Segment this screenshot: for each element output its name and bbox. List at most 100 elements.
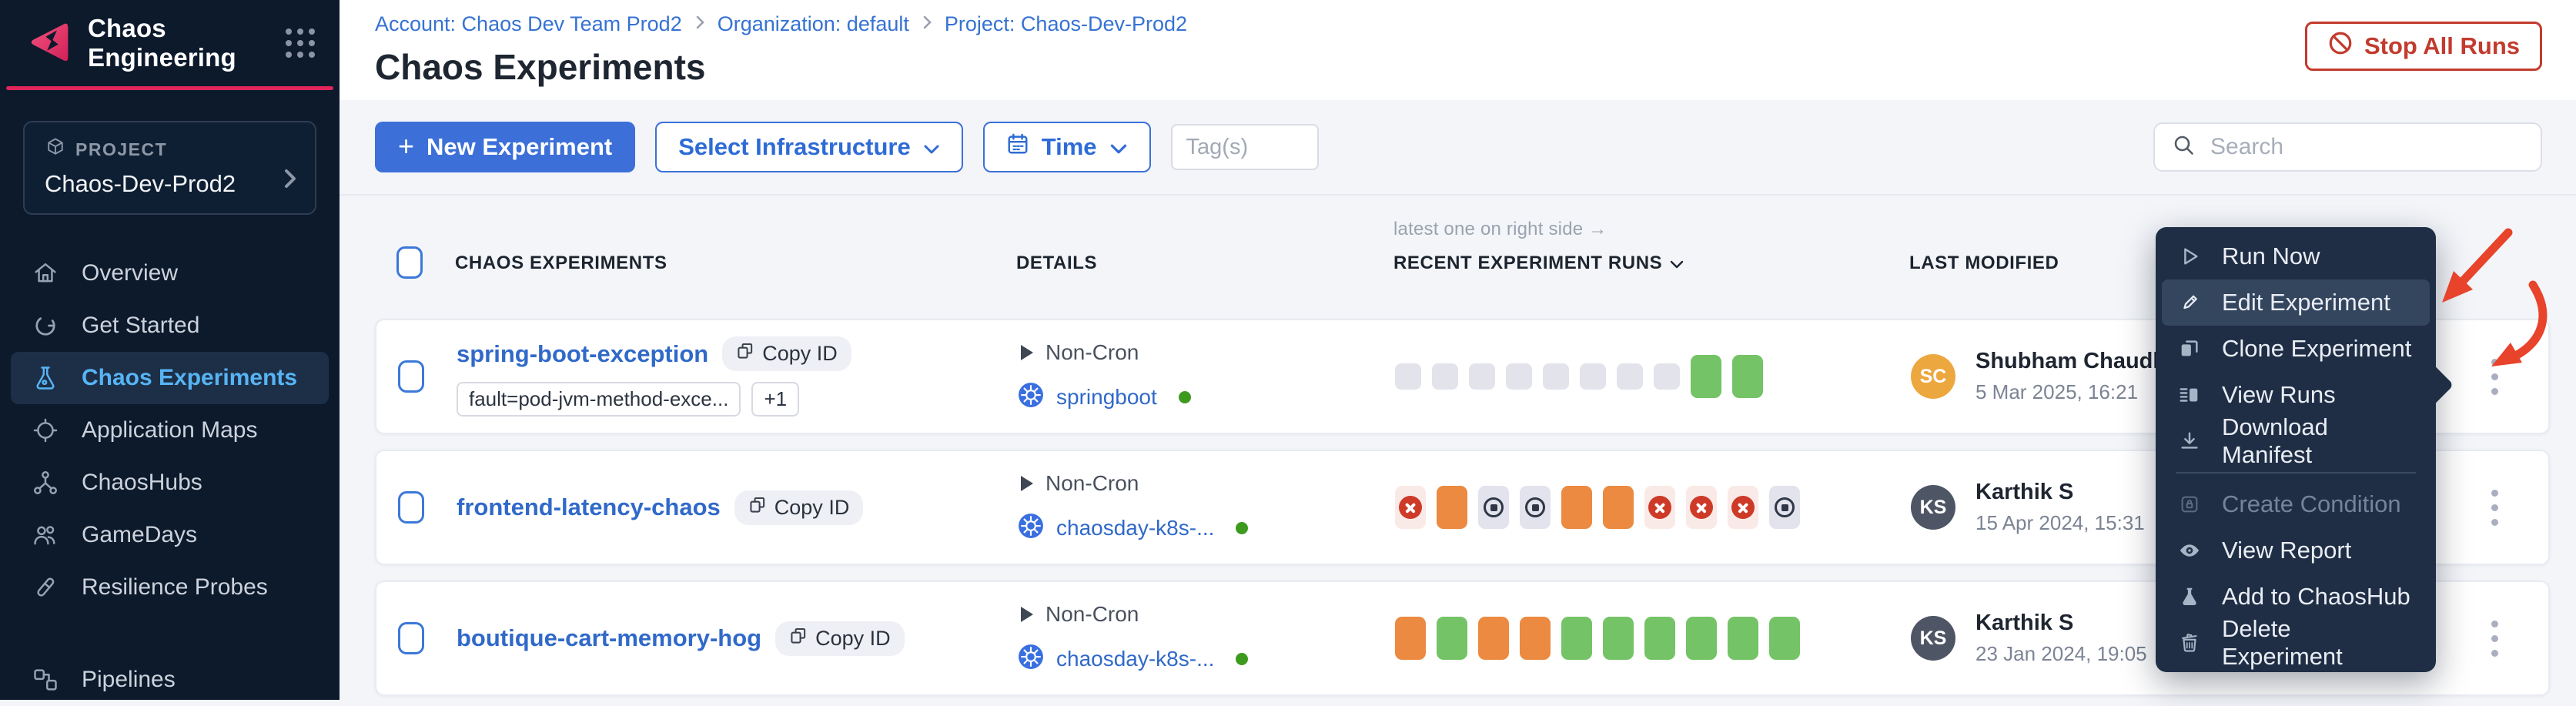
new-experiment-button[interactable]: + New Experiment	[375, 122, 635, 172]
app-title: Chaos Engineering	[88, 14, 270, 72]
select-all-checkbox[interactable]	[396, 246, 423, 279]
flask-icon	[29, 364, 62, 392]
sidebar-item-overview[interactable]: Overview	[11, 247, 329, 299]
toolbar: + New Experiment Select Infrastructure T…	[340, 100, 2576, 196]
run-status-stopped[interactable]	[1478, 486, 1509, 529]
breadcrumb-project-link[interactable]: Project: Chaos-Dev-Prod2	[945, 12, 1187, 36]
run-status-running[interactable]	[1395, 617, 1426, 660]
experiment-name-link[interactable]: frontend-latency-chaos	[457, 494, 721, 521]
more-tags-chip[interactable]: +1	[751, 382, 799, 417]
menu-item-view-runs[interactable]: View Runs	[2156, 372, 2436, 418]
infrastructure-link[interactable]: chaosday-k8s-...	[1056, 516, 1214, 540]
run-status-stopped[interactable]	[1769, 486, 1800, 529]
menu-item-view-report[interactable]: View Report	[2156, 527, 2436, 574]
stop-all-runs-button[interactable]: Stop All Runs	[2305, 22, 2542, 71]
sidebar-header: Chaos Engineering	[0, 0, 340, 86]
sidebar-item-label: Overview	[82, 260, 178, 286]
row-checkbox[interactable]	[398, 622, 424, 654]
run-status-passed[interactable]	[1691, 355, 1721, 398]
sidebar-item-application-maps[interactable]: Application Maps	[11, 404, 329, 457]
menu-item-delete-experiment[interactable]: Delete Experiment	[2156, 620, 2436, 666]
menu-item-add-to-chaoshub[interactable]: Add to ChaosHub	[2156, 574, 2436, 620]
chaos-engineering-logo-icon	[25, 19, 72, 68]
project-selector[interactable]: PROJECT Chaos-Dev-Prod2	[23, 121, 316, 215]
run-status-none[interactable]	[1580, 363, 1606, 390]
sidebar-item-chaoshubs[interactable]: ChaosHubs	[11, 457, 329, 509]
kubernetes-icon	[1018, 644, 1044, 675]
run-status-none[interactable]	[1654, 363, 1680, 390]
avatar: KS	[1911, 616, 1955, 661]
infrastructure-link[interactable]: chaosday-k8s-...	[1056, 647, 1214, 671]
menu-item-clone-experiment[interactable]: Clone Experiment	[2156, 326, 2436, 372]
page-title: Chaos Experiments	[375, 46, 2542, 88]
menu-item-create-condition: Create Condition	[2156, 481, 2436, 527]
column-header-recent-runs[interactable]: RECENT EXPERIMENT RUNS	[1393, 253, 1909, 279]
experiment-name-link[interactable]: boutique-cart-memory-hog	[457, 624, 761, 652]
search-box[interactable]	[2153, 122, 2542, 172]
run-status-stopped[interactable]	[1520, 486, 1551, 529]
sidebar-item-pipelines[interactable]: Pipelines	[11, 654, 329, 706]
run-status-passed[interactable]	[1644, 617, 1675, 660]
row-options-kebab-button[interactable]	[2470, 601, 2519, 675]
eye-icon	[2176, 539, 2203, 562]
time-filter-dropdown[interactable]: Time	[983, 122, 1151, 172]
infrastructure-link[interactable]: springboot	[1056, 385, 1157, 410]
row-checkbox[interactable]	[398, 491, 424, 524]
run-status-passed[interactable]	[1732, 355, 1763, 398]
run-status-passed[interactable]	[1769, 617, 1800, 660]
plus-icon: +	[398, 130, 414, 162]
experiment-name-link[interactable]: spring-boot-exception	[457, 340, 708, 368]
menu-item-edit-experiment[interactable]: Edit Experiment	[2162, 279, 2430, 326]
run-status-running[interactable]	[1520, 617, 1551, 660]
run-status-none[interactable]	[1617, 363, 1643, 390]
run-status-none[interactable]	[1506, 363, 1532, 390]
chevron-right-icon	[283, 167, 298, 194]
sidebar-item-get-started[interactable]: Get Started	[11, 299, 329, 352]
run-status-running[interactable]	[1478, 617, 1509, 660]
run-status-passed[interactable]	[1728, 617, 1758, 660]
sidebar-item-resilience-probes[interactable]: Resilience Probes	[11, 561, 329, 614]
row-options-kebab-button[interactable]	[2470, 340, 2519, 413]
run-status-failed[interactable]	[1395, 486, 1426, 529]
breadcrumb-account-link[interactable]: Account: Chaos Dev Team Prod2	[375, 12, 682, 36]
kubernetes-icon	[1018, 382, 1044, 413]
run-status-running[interactable]	[1603, 486, 1634, 529]
sidebar-item-label: Pipelines	[82, 667, 176, 693]
menu-item-download-manifest[interactable]: Download Manifest	[2156, 418, 2436, 464]
sidebar-item-label: ChaosHubs	[82, 470, 202, 496]
breadcrumb-organization-link[interactable]: Organization: default	[718, 12, 909, 36]
run-status-failed[interactable]	[1686, 486, 1717, 529]
chevron-down-icon	[1109, 133, 1128, 161]
run-status-running[interactable]	[1437, 486, 1467, 529]
run-status-none[interactable]	[1432, 363, 1458, 390]
run-status-none[interactable]	[1469, 363, 1495, 390]
run-status-passed[interactable]	[1561, 617, 1592, 660]
copy-id-button[interactable]: Copy ID	[775, 621, 905, 656]
menu-item-run-now[interactable]: Run Now	[2156, 233, 2436, 279]
new-experiment-label: New Experiment	[427, 133, 612, 161]
run-status-none[interactable]	[1543, 363, 1569, 390]
select-infrastructure-dropdown[interactable]: Select Infrastructure	[655, 122, 963, 172]
run-status-passed[interactable]	[1437, 617, 1467, 660]
sidebar-item-gamedays[interactable]: GameDays	[11, 509, 329, 561]
row-options-kebab-button[interactable]	[2470, 470, 2519, 544]
breadcrumb-separator-icon	[922, 12, 932, 36]
runs-order-note: latest one on right side →	[1393, 219, 1909, 240]
row-checkbox[interactable]	[398, 360, 424, 393]
search-input[interactable]	[2210, 134, 2524, 160]
tags-filter-input[interactable]	[1171, 124, 1319, 170]
run-status-failed[interactable]	[1644, 486, 1675, 529]
copy-id-button[interactable]: Copy ID	[722, 336, 851, 371]
search-icon	[2172, 133, 2196, 162]
module-grid-icon[interactable]	[286, 28, 315, 58]
recent-runs-strip	[1395, 617, 1911, 660]
kubernetes-icon	[1018, 513, 1044, 544]
run-status-passed[interactable]	[1686, 617, 1717, 660]
copy-id-button[interactable]: Copy ID	[734, 490, 864, 525]
sidebar-item-chaos-experiments[interactable]: Chaos Experiments	[11, 352, 329, 404]
non-cron-icon	[1021, 607, 1033, 622]
run-status-passed[interactable]	[1603, 617, 1634, 660]
run-status-running[interactable]	[1561, 486, 1592, 529]
run-status-none[interactable]	[1395, 363, 1421, 390]
run-status-failed[interactable]	[1728, 486, 1758, 529]
